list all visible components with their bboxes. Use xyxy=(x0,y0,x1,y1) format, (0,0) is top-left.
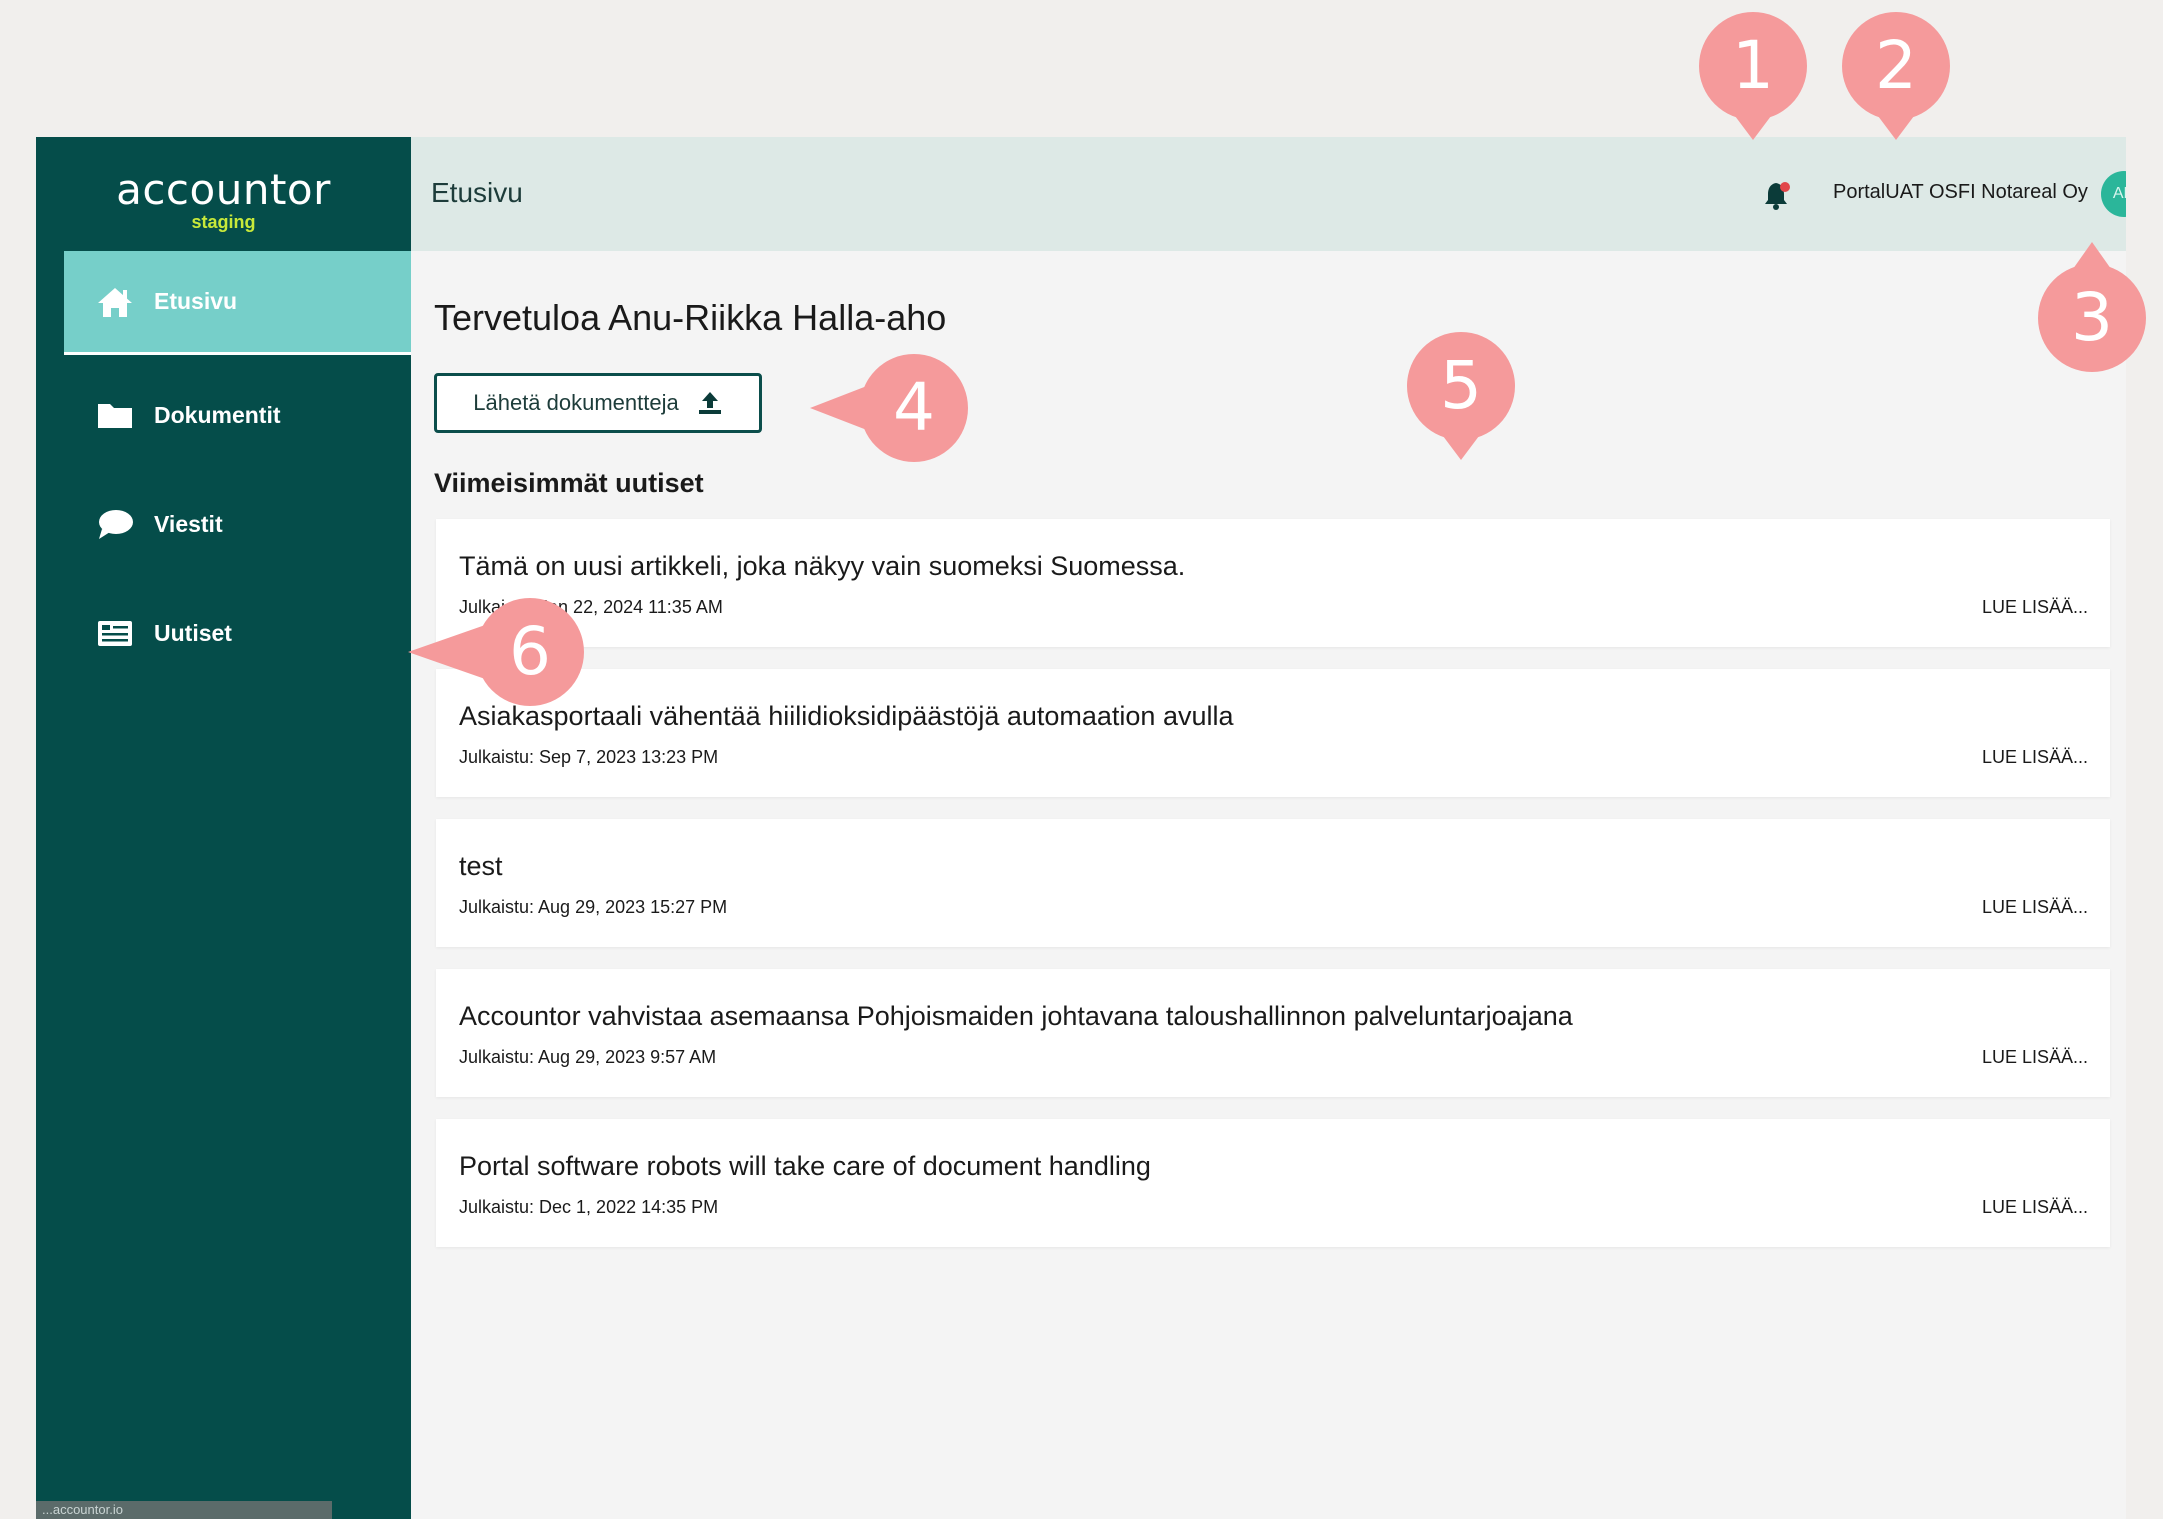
folder-icon xyxy=(98,404,132,428)
news-title[interactable]: Tämä on uusi artikkeli, joka näkyy vain … xyxy=(459,551,1185,582)
news-title[interactable]: Accountor vahvistaa asemaansa Pohjoismai… xyxy=(459,1001,1573,1032)
read-more-link[interactable]: LUE LISÄÄ... xyxy=(1982,1197,2088,1218)
news-title[interactable]: Portal software robots will take care of… xyxy=(459,1151,1151,1182)
sidebar-item-etusivu[interactable]: Etusivu xyxy=(64,251,411,355)
read-more-link[interactable]: LUE LISÄÄ... xyxy=(1982,1047,2088,1068)
home-icon xyxy=(98,287,132,317)
news-date: Julkaistu: Sep 7, 2023 13:23 PM xyxy=(459,747,719,767)
page-title: Etusivu xyxy=(431,177,523,208)
read-more-link[interactable]: LUE LISÄÄ... xyxy=(1982,747,2088,768)
newspaper-icon xyxy=(98,621,132,646)
app-window: accountor staging Etusivu Dokumentit Vie… xyxy=(36,137,2126,1519)
sidebar-item-label: Etusivu xyxy=(154,288,238,314)
news-title[interactable]: test xyxy=(459,851,503,882)
callout-number: 1 xyxy=(1732,27,1774,104)
callout-marker-3: 3 xyxy=(2038,242,2146,372)
news-date: Julkaistu: Aug 29, 2023 9:57 AM xyxy=(459,1047,717,1067)
read-more-link[interactable]: LUE LISÄÄ... xyxy=(1982,897,2088,918)
upload-button-label: Lähetä dokumentteja xyxy=(473,390,679,415)
news-card[interactable]: Tämä on uusi artikkeli, joka näkyy vain … xyxy=(436,519,2110,647)
chat-bubble-icon xyxy=(99,510,133,539)
logo[interactable]: accountor staging xyxy=(36,165,411,233)
news-card[interactable]: test Julkaistu: Aug 29, 2023 15:27 PM LU… xyxy=(436,819,2110,947)
callout-number: 4 xyxy=(893,369,935,446)
callout-number: 2 xyxy=(1875,27,1917,104)
callout-number: 6 xyxy=(509,613,551,690)
callout-marker-4: 4 xyxy=(810,354,968,462)
bell-icon[interactable] xyxy=(1763,179,1793,211)
upload-icon xyxy=(698,392,721,414)
callout-marker-6: 6 xyxy=(408,598,584,706)
callout-marker-1: 1 xyxy=(1699,12,1807,140)
user-avatar[interactable]: AH xyxy=(2101,171,2126,217)
callout-number: 3 xyxy=(2071,279,2113,356)
news-card[interactable]: Asiakasportaali vähentää hiilidioksidipä… xyxy=(436,669,2110,797)
logo-text: accountor xyxy=(116,165,331,214)
callout-number: 5 xyxy=(1440,347,1482,424)
news-list: Tämä on uusi artikkeli, joka näkyy vain … xyxy=(436,519,2110,1269)
read-more-link[interactable]: LUE LISÄÄ... xyxy=(1982,597,2088,618)
top-header: Etusivu PortalUAT OSFI Notareal Oy AH xyxy=(411,137,2126,251)
sidebar-item-label: Viestit xyxy=(154,510,223,537)
news-date: Julkaistu: Aug 29, 2023 15:27 PM xyxy=(459,897,728,917)
upload-documents-button[interactable]: Lähetä dokumentteja xyxy=(434,373,762,433)
browser-status-bar: ...accountor.io xyxy=(36,1501,332,1519)
sidebar-item-viestit[interactable]: Viestit xyxy=(64,472,411,576)
callout-marker-5: 5 xyxy=(1407,332,1515,460)
welcome-heading: Tervetuloa Anu-Riikka Halla-aho xyxy=(434,297,947,338)
callout-marker-2: 2 xyxy=(1842,12,1950,140)
news-card[interactable]: Accountor vahvistaa asemaansa Pohjoismai… xyxy=(436,969,2110,1097)
sidebar-item-uutiset[interactable]: Uutiset xyxy=(64,581,411,685)
latest-news-heading: Viimeisimmät uutiset xyxy=(434,468,704,498)
company-selector[interactable]: PortalUAT OSFI Notareal Oy xyxy=(1833,181,2088,204)
sidebar-item-label: Uutiset xyxy=(154,619,232,646)
sidebar-item-dokumentit[interactable]: Dokumentit xyxy=(64,363,411,467)
news-card[interactable]: Portal software robots will take care of… xyxy=(436,1119,2110,1247)
sidebar: accountor staging Etusivu Dokumentit Vie… xyxy=(36,137,411,1519)
logo-environment-label: staging xyxy=(191,212,256,232)
news-date: Julkaistu: Dec 1, 2022 14:35 PM xyxy=(459,1197,719,1217)
sidebar-item-label: Dokumentit xyxy=(154,401,281,428)
